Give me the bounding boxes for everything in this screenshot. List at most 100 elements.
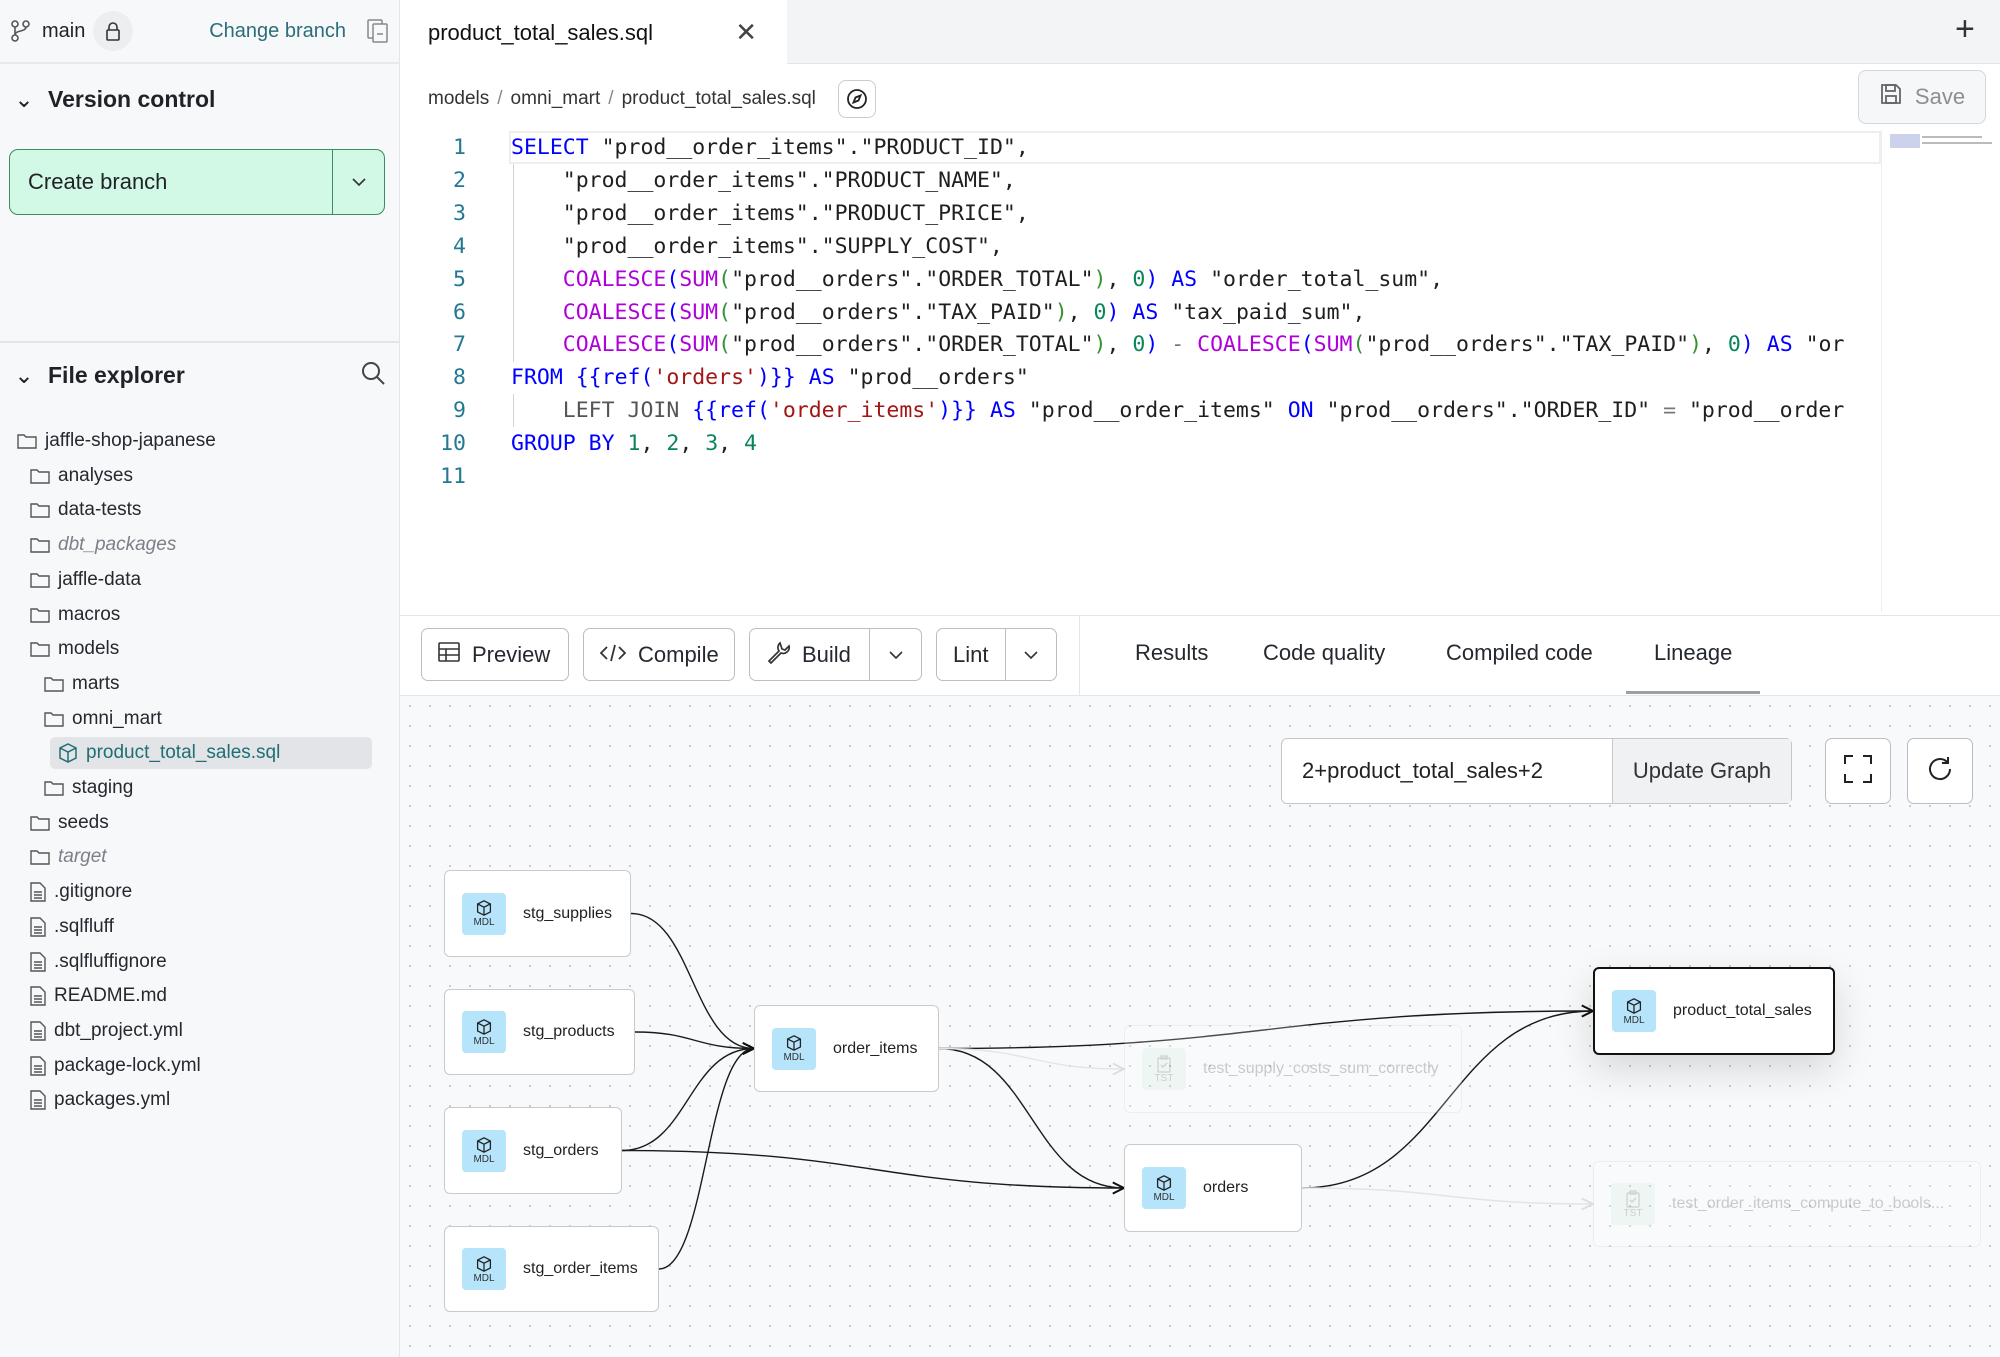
save-button[interactable]: Save (1858, 70, 1986, 124)
code-token: GROUP BY (511, 431, 615, 457)
file-item[interactable]: package-lock.yml (30, 1050, 201, 1082)
folder-item[interactable]: omni_mart (44, 703, 162, 735)
version-control-header[interactable]: ⌄ Version control (14, 86, 215, 113)
breadcrumb-item[interactable]: omni_mart (511, 88, 601, 110)
file-label: dbt_packages (58, 534, 177, 556)
code-token: 0 (1727, 332, 1741, 358)
folder-item[interactable]: jaffle-data (30, 564, 141, 596)
code-line: 1 SELECT "prod__order_items"."PRODUCT_ID"… (400, 131, 1881, 164)
folder-item[interactable]: data-tests (30, 494, 141, 526)
lineage-node-stg-supplies[interactable]: MDL stg_supplies (444, 870, 631, 957)
folder-item[interactable]: target (30, 841, 107, 873)
lineage-node-product-total-sales[interactable]: MDL product_total_sales (1593, 967, 1835, 1055)
code-text: COALESCE(SUM("prod__orders"."ORDER_TOTAL… (511, 267, 1443, 292)
code-token: = (1663, 398, 1677, 424)
update-graph-button[interactable]: Update Graph (1612, 739, 1791, 803)
lineage-node-orders[interactable]: MDL orders (1124, 1144, 1302, 1232)
line-number: 4 (453, 233, 466, 259)
lineage-node-stg-products[interactable]: MDL stg_products (444, 989, 635, 1075)
preview-button[interactable]: Preview (421, 628, 569, 681)
breadcrumb-item[interactable]: product_total_sales.sql (622, 88, 816, 110)
file-item[interactable]: .gitignore (30, 876, 132, 908)
code-token: ( (666, 266, 680, 292)
compass-icon[interactable] (837, 80, 876, 118)
file-item[interactable]: .sqlfluff (30, 911, 114, 943)
chevron-down-icon[interactable] (869, 629, 921, 680)
lineage-node-stg-orders[interactable]: MDL stg_orders (444, 1107, 622, 1194)
badge-text: MDL (783, 1052, 805, 1063)
close-icon[interactable]: ✕ (735, 17, 757, 48)
compile-button[interactable]: Compile (583, 628, 735, 681)
preview-label: Preview (472, 641, 551, 667)
line-number: 9 (453, 398, 466, 424)
breadcrumb-item[interactable]: models (428, 88, 489, 110)
code-token: "prod__orders"."TAX_PAID" (1365, 332, 1690, 358)
plus-icon[interactable]: + (1955, 10, 1975, 49)
search-icon[interactable] (360, 360, 386, 386)
code-editor[interactable]: 1 SELECT "prod__order_items"."PRODUCT_ID"… (400, 130, 1881, 612)
chevron-down-icon[interactable] (332, 150, 384, 214)
model-icon: MDL (1142, 1167, 1186, 1209)
file-item[interactable]: product_total_sales.sql (50, 737, 372, 770)
code-text: "prod__order_items"."PRODUCT_PRICE", (511, 201, 1029, 226)
file-explorer-header[interactable]: ⌄ File explorer (14, 362, 184, 389)
refresh-button[interactable] (1907, 738, 1973, 804)
minimap[interactable] (1881, 130, 2000, 612)
folder-item[interactable]: seeds (30, 807, 109, 839)
code-token: SUM (679, 266, 719, 292)
lineage-node-order-items[interactable]: MDL order_items (754, 1005, 939, 1092)
build-label: Build (802, 641, 851, 667)
tab-results[interactable]: Results (1135, 640, 1208, 666)
model-icon: MDL (462, 1248, 506, 1290)
model-icon: MDL (772, 1027, 816, 1070)
lineage-node-stg-order-items[interactable]: MDL stg_order_items (444, 1226, 659, 1312)
build-button[interactable]: Build (749, 628, 922, 681)
fullscreen-button[interactable] (1825, 738, 1891, 804)
folder-item[interactable]: jaffle-shop-japanese (17, 425, 216, 457)
create-branch-button[interactable]: Create branch (9, 149, 385, 215)
line-number: 8 (453, 365, 466, 391)
git-branch-icon (10, 19, 32, 43)
folder-item[interactable]: analyses (30, 460, 133, 492)
folder-item[interactable]: macros (30, 599, 120, 631)
code-text: COALESCE(SUM("prod__orders"."ORDER_TOTAL… (511, 332, 1845, 358)
code-token: , (718, 431, 745, 457)
folder-item[interactable]: marts (44, 668, 120, 700)
code-token: {{ref( (575, 365, 654, 391)
file-item[interactable]: packages.yml (30, 1084, 170, 1116)
code-line: 7 COALESCE(SUM("prod__orders"."ORDER_TOT… (400, 328, 1881, 361)
change-branch-link[interactable]: Change branch (209, 20, 346, 43)
code-line: 8 FROM {{ref('orders')}} AS "prod__orders… (400, 361, 1881, 394)
file-label: README.md (54, 985, 167, 1007)
tab-compiled-code[interactable]: Compiled code (1446, 640, 1593, 666)
folder-item[interactable]: dbt_packages (30, 529, 176, 561)
node-label: stg_supplies (523, 904, 612, 922)
folder-item[interactable]: models (30, 633, 119, 665)
lineage-node-test-oi[interactable]: TST test_order_items_compute_to_bools... (1593, 1161, 1981, 1247)
folder-icon (44, 711, 72, 727)
badge-text: MDL (473, 1035, 495, 1047)
selector-input[interactable]: 2+product_total_sales+2 (1282, 739, 1612, 803)
tab-lineage[interactable]: Lineage (1654, 640, 1732, 666)
lock-icon[interactable] (93, 11, 134, 51)
folder-item[interactable]: staging (44, 772, 133, 804)
code-token: COALESCE (562, 266, 667, 292)
editor-tab[interactable]: product_total_sales.sql ✕ (400, 0, 787, 65)
lint-button[interactable]: Lint (936, 628, 1057, 681)
lineage-node-test-supply[interactable]: TST test_supply_costs_sum_correctly (1124, 1025, 1462, 1113)
tab-code-quality[interactable]: Code quality (1263, 640, 1385, 666)
code-line: 6 COALESCE(SUM("prod__orders"."TAX_PAID"… (400, 296, 1881, 329)
code-token: COALESCE (562, 332, 667, 358)
code-token: ) (1093, 332, 1107, 358)
file-label: staging (72, 777, 134, 798)
chevron-down-icon[interactable] (1004, 629, 1056, 680)
code-token: 0 (1093, 299, 1107, 325)
file-item[interactable]: README.md (30, 980, 167, 1012)
copy-icon[interactable] (366, 18, 390, 44)
file-item[interactable]: .sqlfluffignore (30, 946, 167, 978)
file-item[interactable]: dbt_project.yml (30, 1015, 183, 1047)
code-line: 5 COALESCE(SUM("prod__orders"."ORDER_TOT… (400, 263, 1881, 296)
